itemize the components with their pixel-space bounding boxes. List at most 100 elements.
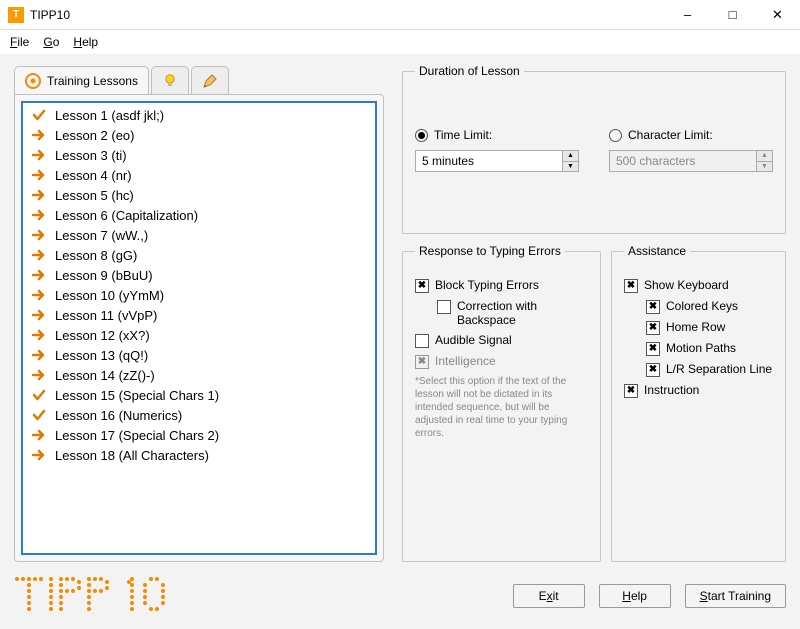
checkbox-icon: ✖ (646, 342, 660, 356)
bottom-bar: Exit Help Start Training (14, 574, 786, 617)
lesson-label: Lesson 3 (ti) (55, 148, 127, 163)
arrow-right-icon (31, 147, 47, 163)
lesson-row[interactable]: Lesson 13 (qQ!) (23, 345, 375, 365)
lesson-row[interactable]: Lesson 10 (yYmM) (23, 285, 375, 305)
check-audible-signal[interactable]: Audible Signal (415, 333, 588, 348)
errors-legend: Response to Typing Errors (415, 244, 565, 258)
pencil-icon (202, 73, 218, 89)
lesson-label: Lesson 4 (nr) (55, 168, 132, 183)
checkbox-icon: ✖ (415, 279, 429, 293)
menu-bar: File Go Help (0, 30, 800, 54)
check-motion-paths[interactable]: ✖ Motion Paths (646, 341, 773, 356)
intelligence-hint: *Select this option if the text of the l… (415, 375, 588, 440)
menu-help[interactable]: Help (73, 35, 98, 49)
duration-legend: Duration of Lesson (415, 64, 524, 78)
start-training-button[interactable]: Start Training (685, 584, 786, 608)
lesson-row[interactable]: Lesson 4 (nr) (23, 165, 375, 185)
checkbox-icon: ✖ (624, 384, 638, 398)
assistance-group: Assistance ✖ Show Keyboard ✖ Colored Key… (611, 244, 786, 562)
time-limit-spinner[interactable]: 5 minutes ▲ ▼ (415, 150, 579, 172)
maximize-button[interactable]: □ (710, 0, 755, 30)
radio-icon (415, 129, 428, 142)
radio-character-limit[interactable]: Character Limit: (609, 128, 773, 142)
tab-lightbulb[interactable] (151, 66, 189, 94)
lesson-row[interactable]: Lesson 2 (eo) (23, 125, 375, 145)
help-button[interactable]: Help (599, 584, 671, 608)
lesson-label: Lesson 16 (Numerics) (55, 408, 182, 423)
close-button[interactable]: ✕ (755, 0, 800, 30)
check-correction-backspace[interactable]: Correction with Backspace (437, 299, 588, 327)
right-column: Duration of Lesson Time Limit: 5 minutes… (402, 64, 786, 562)
lesson-label: Lesson 17 (Special Chars 2) (55, 428, 219, 443)
check-home-row[interactable]: ✖ Home Row (646, 320, 773, 335)
arrow-right-icon (31, 347, 47, 363)
assistance-legend: Assistance (624, 244, 690, 258)
check-icon (31, 407, 47, 423)
arrow-right-icon (31, 227, 47, 243)
char-limit-value: 500 characters (610, 151, 756, 171)
lesson-label: Lesson 7 (wW.,) (55, 228, 148, 243)
left-column: Training Lessons Lesson 1 (asdf jkl;)Les… (14, 64, 384, 562)
lightbulb-icon (162, 73, 178, 89)
radio-icon (609, 129, 622, 142)
check-icon (31, 107, 47, 123)
lesson-row[interactable]: Lesson 14 (zZ()-) (23, 365, 375, 385)
arrow-right-icon (31, 307, 47, 323)
char-limit-spinner: 500 characters ▲ ▼ (609, 150, 773, 172)
lesson-label: Lesson 8 (gG) (55, 248, 137, 263)
lesson-row[interactable]: Lesson 9 (bBuU) (23, 265, 375, 285)
tab-edit[interactable] (191, 66, 229, 94)
lesson-label: Lesson 9 (bBuU) (55, 268, 153, 283)
checkbox-icon: ✖ (646, 300, 660, 314)
check-instruction[interactable]: ✖ Instruction (624, 383, 773, 398)
tab-training-lessons[interactable]: Training Lessons (14, 66, 149, 94)
lesson-row[interactable]: Lesson 6 (Capitalization) (23, 205, 375, 225)
target-icon (25, 73, 41, 89)
lesson-row[interactable]: Lesson 16 (Numerics) (23, 405, 375, 425)
check-block-errors[interactable]: ✖ Block Typing Errors (415, 278, 588, 293)
checkbox-icon: ✖ (624, 279, 638, 293)
lesson-row[interactable]: Lesson 7 (wW.,) (23, 225, 375, 245)
menu-file[interactable]: File (10, 35, 29, 49)
lesson-row[interactable]: Lesson 18 (All Characters) (23, 445, 375, 465)
arrow-right-icon (31, 167, 47, 183)
checkbox-icon: ✖ (646, 363, 660, 377)
check-lr-separation[interactable]: ✖ L/R Separation Line (646, 362, 773, 377)
lesson-row[interactable]: Lesson 1 (asdf jkl;) (23, 105, 375, 125)
time-up-button[interactable]: ▲ (563, 151, 578, 161)
menu-go[interactable]: Go (43, 35, 59, 49)
check-colored-keys[interactable]: ✖ Colored Keys (646, 299, 773, 314)
title-bar: T TIPP10 – □ ✕ (0, 0, 800, 30)
arrow-right-icon (31, 207, 47, 223)
time-down-button[interactable]: ▼ (563, 161, 578, 172)
lesson-row[interactable]: Lesson 15 (Special Chars 1) (23, 385, 375, 405)
lesson-row[interactable]: Lesson 3 (ti) (23, 145, 375, 165)
lesson-row[interactable]: Lesson 5 (hc) (23, 185, 375, 205)
content-area: Training Lessons Lesson 1 (asdf jkl;)Les… (0, 54, 800, 629)
arrow-right-icon (31, 427, 47, 443)
logo (14, 574, 499, 617)
lesson-label: Lesson 10 (yYmM) (55, 288, 164, 303)
arrow-right-icon (31, 367, 47, 383)
radio-time-limit[interactable]: Time Limit: (415, 128, 579, 142)
time-limit-value: 5 minutes (416, 151, 562, 171)
lesson-label: Lesson 13 (qQ!) (55, 348, 148, 363)
lesson-label: Lesson 1 (asdf jkl;) (55, 108, 164, 123)
tipp10-logo-icon (14, 574, 204, 614)
lesson-row[interactable]: Lesson 11 (vVpP) (23, 305, 375, 325)
lesson-list[interactable]: Lesson 1 (asdf jkl;) Lesson 2 (eo) Lesson … (21, 101, 377, 555)
lesson-row[interactable]: Lesson 12 (xX?) (23, 325, 375, 345)
checkbox-icon (437, 300, 451, 314)
arrow-right-icon (31, 187, 47, 203)
lesson-row[interactable]: Lesson 17 (Special Chars 2) (23, 425, 375, 445)
tab-training-label: Training Lessons (47, 74, 138, 88)
exit-button[interactable]: Exit (513, 584, 585, 608)
lesson-label: Lesson 18 (All Characters) (55, 448, 209, 463)
window-title: TIPP10 (30, 8, 665, 22)
time-limit-label: Time Limit: (434, 128, 492, 142)
check-show-keyboard[interactable]: ✖ Show Keyboard (624, 278, 773, 293)
arrow-right-icon (31, 287, 47, 303)
minimize-button[interactable]: – (665, 0, 710, 30)
lesson-row[interactable]: Lesson 8 (gG) (23, 245, 375, 265)
checkbox-icon: ✖ (646, 321, 660, 335)
